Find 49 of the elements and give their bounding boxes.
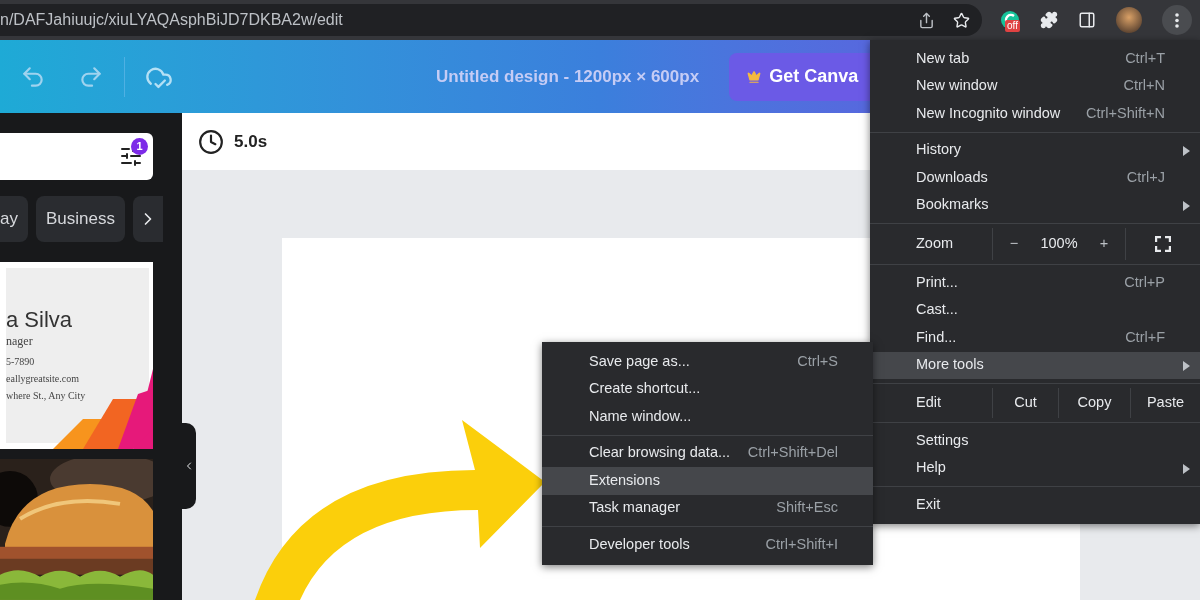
- extensions-icon[interactable]: [1040, 11, 1058, 29]
- collapse-panel-handle[interactable]: [182, 423, 196, 509]
- menu-item[interactable]: Downloads Ctrl+J: [870, 164, 1200, 192]
- edit-action-button[interactable]: Paste: [1130, 388, 1200, 418]
- edit-label: Edit: [915, 393, 942, 413]
- menu-item[interactable]: Settings: [870, 427, 1200, 455]
- menu-item[interactable]: Cast...: [870, 296, 1200, 324]
- menu-item[interactable]: Developer tools Ctrl+Shift+I: [542, 531, 873, 559]
- avatar[interactable]: [1116, 7, 1142, 33]
- menu-item[interactable]: Extensions: [542, 467, 873, 495]
- menu-item[interactable]: Exit: [870, 491, 1200, 519]
- menu-item[interactable]: Create shortcut...: [542, 375, 873, 403]
- zoom-level: 100%: [1040, 234, 1078, 254]
- timer-icon[interactable]: [198, 128, 224, 155]
- zoom-out-button[interactable]: −: [1003, 233, 1025, 255]
- category-chip[interactable]: Business: [35, 195, 125, 242]
- menu-item[interactable]: Save page as... Ctrl+S: [542, 348, 873, 376]
- menu-item[interactable]: Print... Ctrl+P: [870, 269, 1200, 297]
- filter-count-badge: 1: [131, 138, 148, 155]
- menu-item[interactable]: Task manager Shift+Esc: [542, 494, 873, 522]
- extension-badge: off: [1005, 20, 1020, 32]
- card-job-title: nager: [6, 332, 34, 350]
- zoom-in-button[interactable]: +: [1093, 233, 1115, 255]
- menu-item[interactable]: Bookmarks: [870, 191, 1200, 219]
- fullscreen-icon[interactable]: [1155, 236, 1171, 252]
- menu-button[interactable]: [1162, 5, 1192, 35]
- side-panel-icon[interactable]: [1078, 11, 1096, 29]
- edit-action-button[interactable]: Cut: [992, 388, 1058, 418]
- crown-icon: [747, 69, 762, 84]
- template-thumbnail[interactable]: a Silva nager 5-7890 eallygreatsite.com where St., Any City: [0, 261, 153, 450]
- menu-item[interactable]: Clear browsing data... Ctrl+Shift+Del: [542, 439, 873, 467]
- card-address: where St., Any City: [6, 388, 87, 403]
- duration-label[interactable]: 5.0s: [234, 128, 268, 155]
- menu-item[interactable]: More tools: [870, 351, 1200, 379]
- menu-item[interactable]: Find... Ctrl+F: [870, 324, 1200, 352]
- edit-action-button[interactable]: Copy: [1058, 388, 1130, 418]
- zoom-label: Zoom: [915, 234, 955, 254]
- card-name: a Silva: [6, 307, 74, 332]
- bookmark-star-icon[interactable]: [953, 11, 970, 29]
- search-field[interactable]: 1: [0, 133, 153, 180]
- share-icon[interactable]: [918, 11, 935, 29]
- menu-item[interactable]: Name window...: [542, 403, 873, 431]
- category-chip[interactable]: ay: [0, 195, 28, 242]
- card-phone: 5-7890: [6, 354, 36, 369]
- card-website: eallygreatsite.com: [6, 371, 81, 386]
- menu-item[interactable]: Help: [870, 454, 1200, 482]
- menu-item[interactable]: History: [870, 136, 1200, 164]
- more-vertical-icon: [1175, 12, 1179, 28]
- menu-item[interactable]: New Incognito window Ctrl+Shift+N: [870, 100, 1200, 128]
